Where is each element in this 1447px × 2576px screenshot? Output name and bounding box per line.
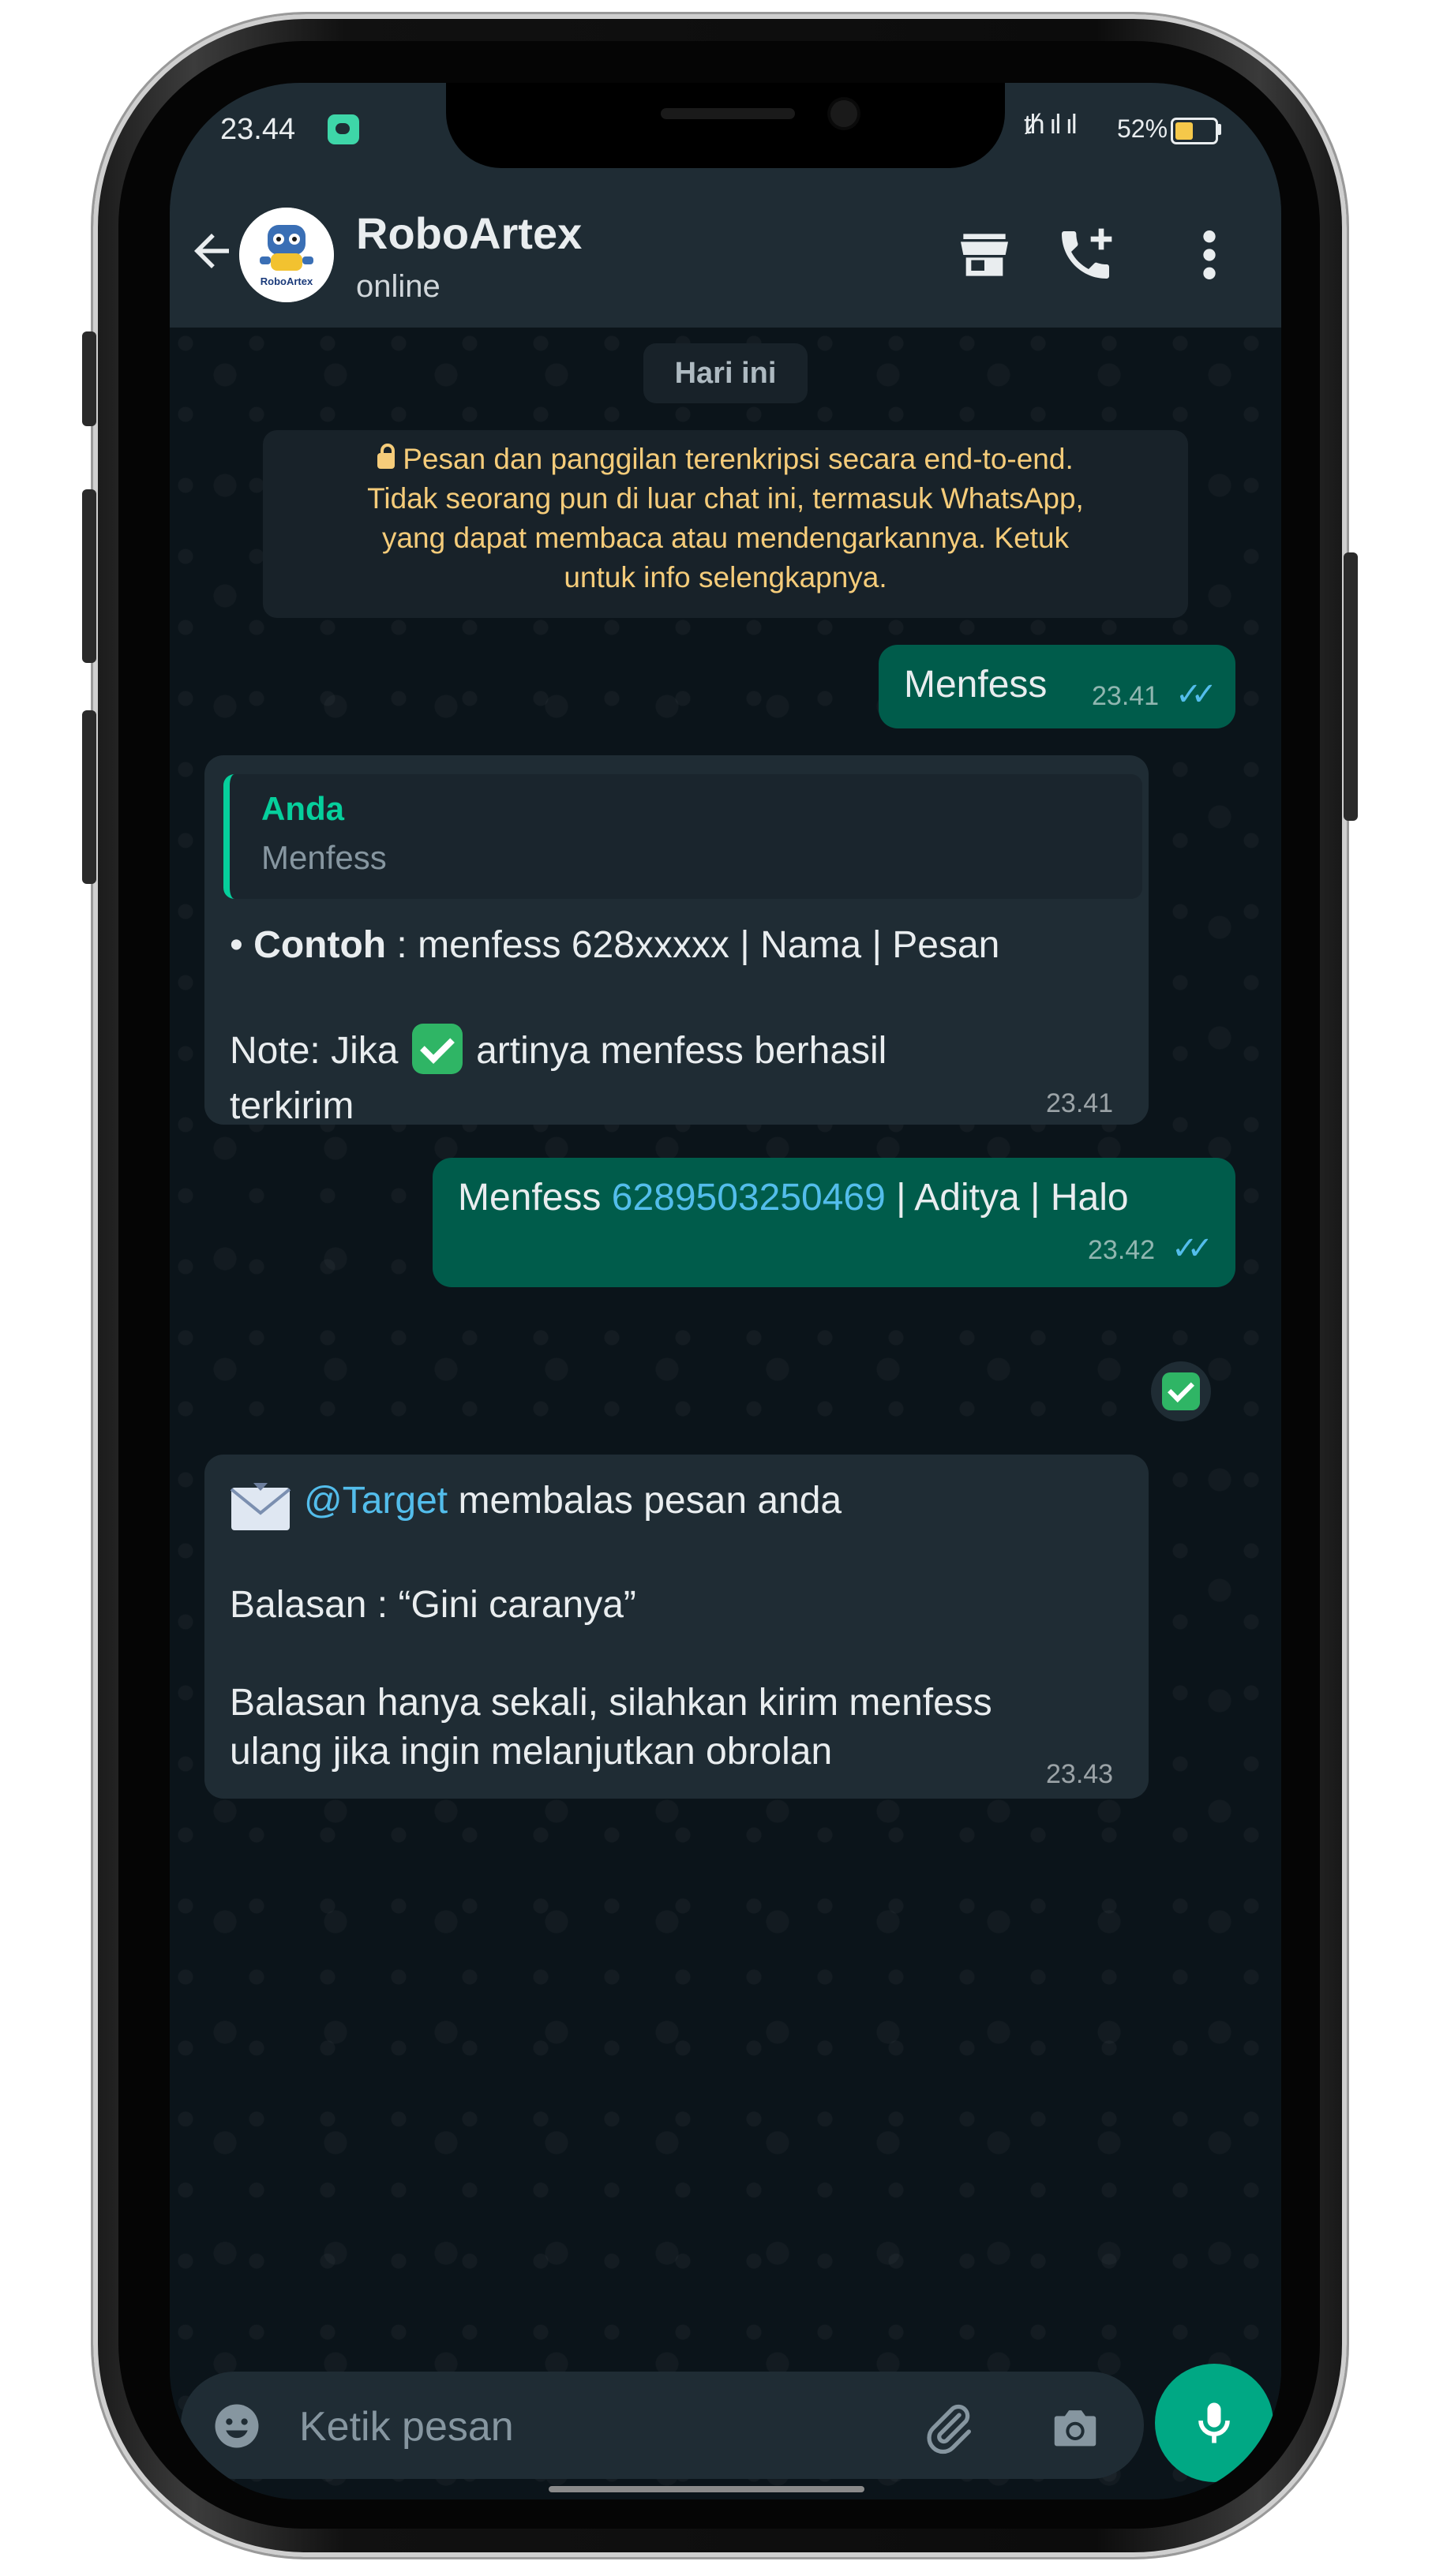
message-text: Menfess [904,664,1048,706]
battery-tip [1217,124,1221,135]
contact-name[interactable]: RoboArtex [356,208,582,259]
lock-icon [377,444,395,469]
message-time: 23.41 [1092,681,1160,711]
store-icon[interactable] [953,223,1016,286]
mic-icon [1187,2396,1241,2450]
quoted-author: Anda [261,790,344,827]
message-time: 23.43 [1046,1759,1114,1789]
call-add-icon[interactable] [1054,223,1117,286]
back-arrow-icon[interactable] [186,225,238,277]
emoji-icon[interactable] [211,2400,263,2452]
encryption-notice[interactable]: Pesan dan panggilan terenkripsi secara e… [263,430,1188,618]
camera-icon[interactable] [1048,2400,1103,2455]
signal-icon: ᵺ ıl ıl [1024,110,1078,140]
phone-link[interactable]: 6289503250469 [612,1177,886,1219]
note-line-2: terkirim [230,1085,354,1127]
message-line-3: Balasan hanya sekali, silahkan kirim men… [230,1682,992,1724]
message-time: 23.42 [1088,1235,1156,1265]
screen: 23.44 ᵺ ıl ıl 52% RoboArtex RoboArtex on… [170,83,1281,2499]
battery-icon [1171,118,1218,144]
encryption-notice-line-4: untuk info selengkapnya. [564,561,887,593]
mention-link[interactable]: @Target [304,1480,448,1522]
message-bubble-incoming[interactable]: @Target membalas pesan anda Balasan : “G… [204,1455,1149,1799]
battery-percent: 52% [1117,114,1168,143]
quoted-message[interactable]: Anda Menfess [223,774,1142,899]
home-indicator[interactable] [549,2486,864,2492]
date-chip: Hari ini [643,343,808,403]
mic-button[interactable] [1155,2364,1273,2482]
quoted-text: Menfess [261,839,387,876]
side-button-top [82,331,96,426]
avatar-logo-text: RoboArtex [261,275,313,287]
side-button-power [1344,552,1358,821]
message-input[interactable] [299,2403,852,2451]
front-camera [830,100,857,127]
notch [446,83,1005,168]
message-line-2: Balasan : “Gini caranya” [230,1584,636,1626]
earpiece-speaker [661,108,795,119]
contact-status: online [356,269,440,304]
message-input-bar[interactable] [181,2372,1144,2479]
message-time: 23.41 [1046,1088,1114,1118]
reaction-badge[interactable] [1151,1361,1211,1421]
check-mark-icon [1162,1372,1200,1410]
note-line: Note: Jika artinya menfess berhasil [230,1024,887,1077]
envelope-icon [230,1481,291,1532]
more-vert-icon[interactable] [1190,223,1229,286]
read-ticks-icon: ✓✓ [1171,1231,1213,1266]
status-time: 23.44 [220,113,296,146]
read-ticks-icon: ✓✓ [1175,677,1217,712]
message-text: Menfess 6289503250469 | Aditya | Halo [458,1177,1129,1219]
attach-icon[interactable] [921,2400,977,2455]
message-line-4: ulang jika ingin melanjutkan obrolan [230,1731,833,1773]
message-line-1: @Target membalas pesan anda [304,1480,842,1522]
side-button-volume-down [82,710,96,884]
side-button-volume-up [82,489,96,663]
notification-icon [328,114,359,144]
example-line: • Contoh : menfess 628xxxxx | Nama | Pes… [230,924,1000,966]
message-bubble-outgoing[interactable]: Menfess 23.41 ✓✓ [879,645,1235,728]
avatar[interactable]: RoboArtex [239,208,334,302]
encryption-notice-line-1: Pesan dan panggilan terenkripsi secara e… [263,440,1188,479]
encryption-notice-line-3: yang dapat membaca atau mendengarkannya.… [381,522,1070,554]
check-mark-icon [411,1024,463,1074]
message-bubble-outgoing[interactable]: Menfess 6289503250469 | Aditya | Halo 23… [433,1158,1235,1287]
encryption-notice-line-2: Tidak seorang pun di luar chat ini, term… [367,482,1084,515]
message-bubble-incoming[interactable]: Anda Menfess • Contoh : menfess 628xxxxx… [204,755,1149,1127]
